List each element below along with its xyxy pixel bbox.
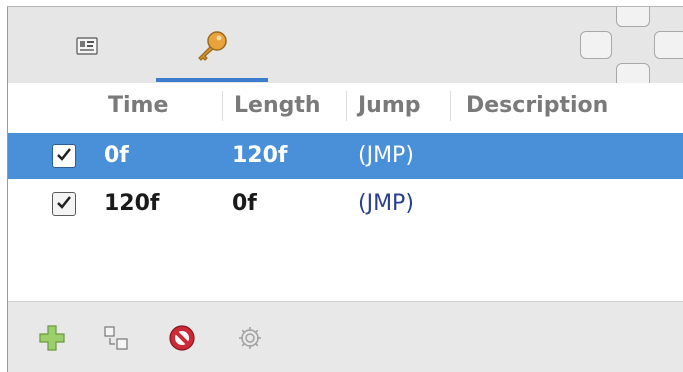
column-header-length[interactable]: Length [234,83,321,129]
time-cell: 0f [104,143,129,168]
column-header-time[interactable]: Time [108,83,168,129]
column-separator [346,91,347,121]
duplicate-icon [104,326,128,350]
tab-ids[interactable] [46,7,124,83]
length-cell: 0f [232,191,257,216]
gear-icon [239,327,261,349]
enabled-checkbox[interactable] [52,192,76,216]
duplicate-button[interactable] [100,322,132,354]
table-row[interactable]: 0f 120f (JMP) [8,133,683,179]
column-separator [450,91,451,121]
add-button[interactable] [36,322,68,354]
window-frame: Time Length Jump Description 0f 120f (JM… [7,6,683,372]
no-entry-icon [169,325,195,351]
enabled-checkbox[interactable] [52,144,76,168]
nav-right-button[interactable] [654,31,683,59]
tab-bar [8,7,683,91]
nav-left-button[interactable] [580,31,612,59]
jump-cell: (JMP) [358,191,414,216]
column-header-jump[interactable]: Jump [358,83,421,129]
table-header: Time Length Jump Description [8,83,683,129]
jump-cell: (JMP) [358,143,414,168]
nav-up-button[interactable] [616,7,650,27]
id-card-icon [76,36,98,60]
column-header-description[interactable]: Description [466,83,608,129]
time-cell: 120f [104,191,160,216]
checkmark-icon [57,196,71,209]
checkmark-icon [57,148,71,161]
column-separator [222,91,223,121]
length-cell: 120f [232,143,288,168]
tab-keys[interactable] [156,7,268,83]
bottom-toolbar [8,301,683,372]
table-row[interactable]: 120f 0f (JMP) [8,181,683,227]
plus-icon [39,325,65,351]
navigation-cluster [578,7,683,91]
active-tab-indicator [156,78,268,82]
settings-button[interactable] [234,322,266,354]
key-icon [194,29,230,67]
remove-button[interactable] [166,322,198,354]
